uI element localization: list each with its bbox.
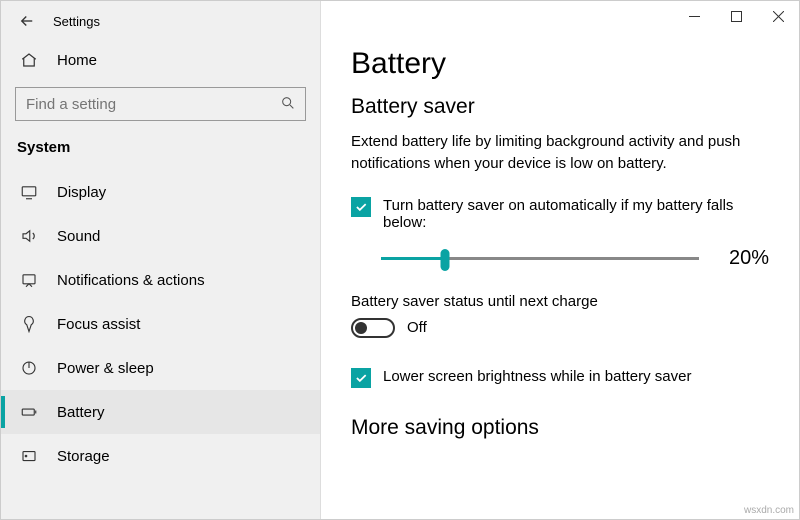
sidebar-item-label: Battery [57,404,105,421]
maximize-icon [731,11,742,22]
sidebar-item-label: Sound [57,228,100,245]
topbar: Settings [1,1,320,41]
auto-on-checkbox[interactable] [351,197,371,217]
sidebar-item-display[interactable]: Display [1,170,320,214]
threshold-slider[interactable] [381,247,699,271]
more-options-heading: More saving options [351,416,769,440]
sidebar-item-notifications[interactable]: Notifications & actions [1,258,320,302]
content-pane: Battery Battery saver Extend battery lif… [321,1,799,519]
auto-on-label: Turn battery saver on automatically if m… [383,197,769,231]
battery-icon [17,403,41,421]
threshold-row: 20% [381,247,769,271]
maximize-button[interactable] [715,1,757,31]
attribution: wsxdn.com [744,505,794,516]
status-toggle-label: Off [407,319,427,336]
check-icon [354,200,368,214]
sidebar-item-label: Display [57,184,106,201]
focus-assist-icon [17,315,41,333]
sidebar-item-label: Notifications & actions [57,272,205,289]
threshold-value: 20% [721,247,769,270]
page-heading: Battery [351,47,769,81]
lower-brightness-label: Lower screen brightness while in battery… [383,368,691,385]
status-label: Battery saver status until next charge [351,293,769,310]
section-subheading: Battery saver [351,95,769,119]
sidebar-item-label: Focus assist [57,316,140,333]
window-title: Settings [53,14,100,29]
minimize-button[interactable] [673,1,715,31]
close-button[interactable] [757,1,799,31]
lower-brightness-checkbox[interactable] [351,368,371,388]
search-box[interactable] [15,87,306,121]
auto-on-row: Turn battery saver on automatically if m… [351,197,769,231]
back-button[interactable] [13,7,41,35]
sidebar-item-focus-assist[interactable]: Focus assist [1,302,320,346]
minimize-icon [689,11,700,22]
status-toggle-row: Off [351,318,769,338]
sidebar: Settings Home System Display Sound [1,1,321,519]
slider-thumb[interactable] [440,249,449,271]
section-description: Extend battery life by limiting backgrou… [351,131,769,175]
section-label: System [1,135,320,170]
home-icon [17,51,41,69]
status-toggle[interactable] [351,318,395,338]
window-controls [673,1,799,31]
close-icon [773,11,784,22]
search-input[interactable] [15,87,306,121]
sidebar-item-storage[interactable]: Storage [1,434,320,478]
sound-icon [17,227,41,245]
home-nav[interactable]: Home [1,41,320,79]
display-icon [17,183,41,201]
arrow-left-icon [18,12,36,30]
sidebar-item-power-sleep[interactable]: Power & sleep [1,346,320,390]
notifications-icon [17,271,41,289]
toggle-knob [355,322,367,334]
storage-icon [17,447,41,465]
sidebar-item-sound[interactable]: Sound [1,214,320,258]
check-icon [354,371,368,385]
home-label: Home [57,52,97,69]
search-icon [280,95,296,111]
sidebar-menu: Display Sound Notifications & actions Fo… [1,170,320,519]
slider-fill [381,257,445,260]
sidebar-item-label: Storage [57,448,110,465]
sidebar-item-label: Power & sleep [57,360,154,377]
sidebar-item-battery[interactable]: Battery [1,390,320,434]
power-icon [17,359,41,377]
lower-brightness-row: Lower screen brightness while in battery… [351,368,769,388]
